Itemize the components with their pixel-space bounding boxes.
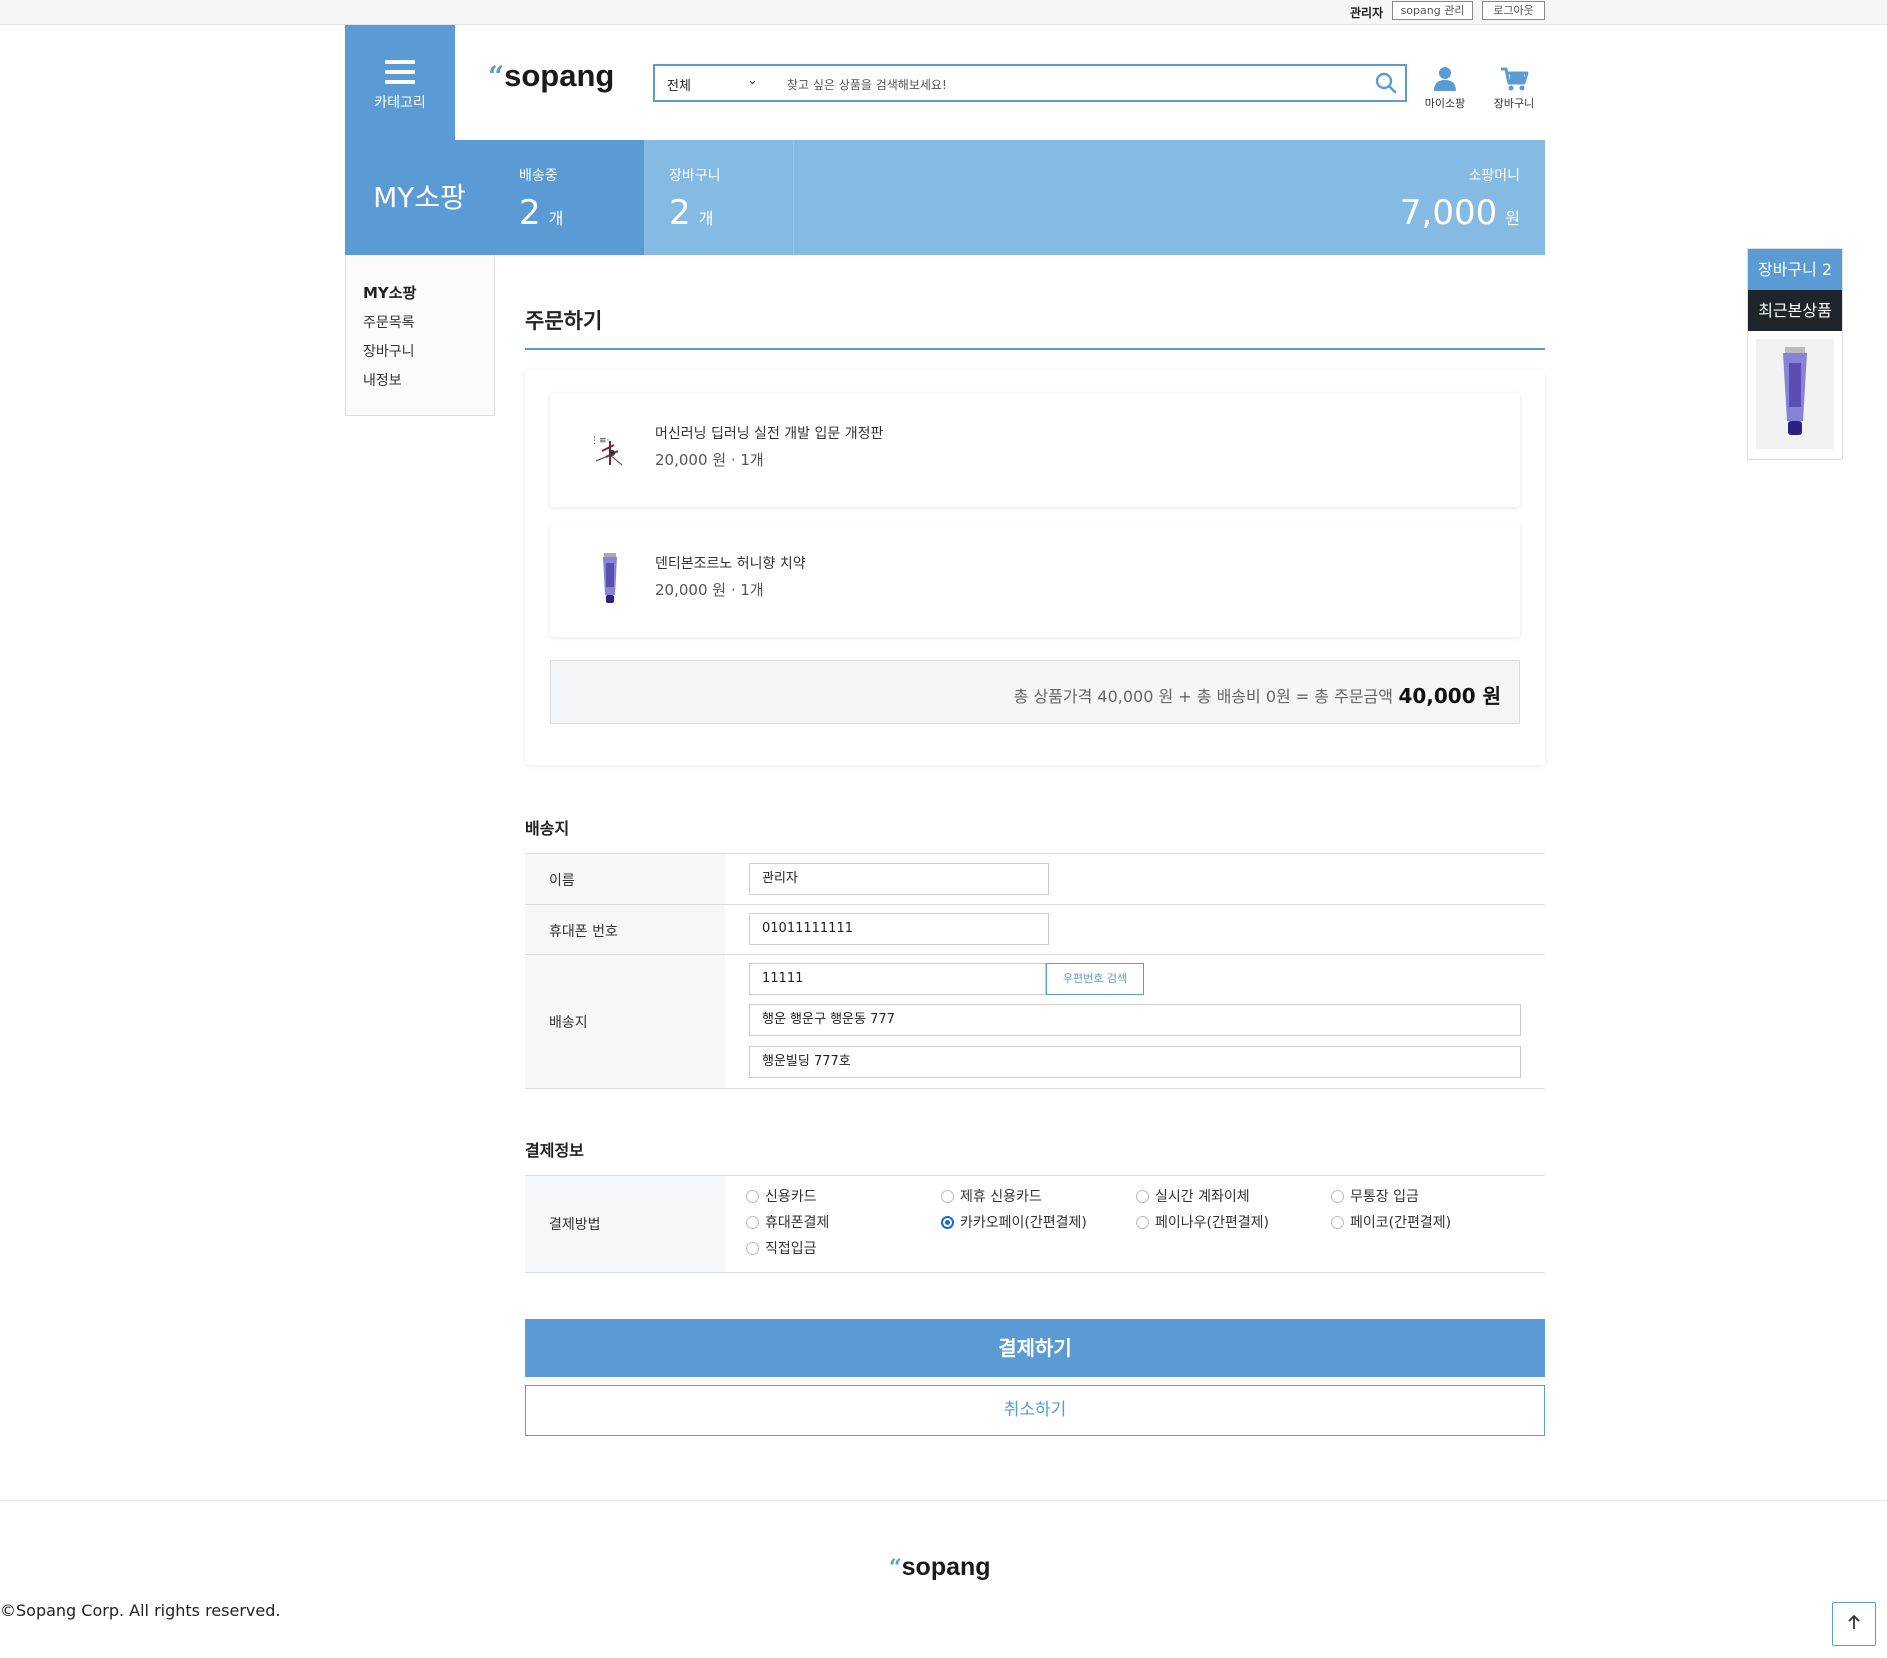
address2-field[interactable]: 행운빌딩 777호	[749, 1046, 1521, 1078]
product-price: 20,000 원 · 1개	[655, 581, 764, 599]
floating-cart-button[interactable]: 장바구니 2	[1748, 249, 1842, 290]
shipping-stat-value: 2	[519, 193, 541, 233]
side-nav-cart[interactable]: 장바구니	[363, 341, 415, 361]
my-stats-bar: MY소팡 배송중 2개 장바구니 2개 소팡머니 7,000 원	[345, 140, 1545, 255]
logout-button[interactable]: 로그아웃	[1482, 1, 1545, 20]
money-stat-unit: 원	[1505, 209, 1520, 228]
product-name[interactable]: 머신러닝 딥러닝 실전 개발 입문 개정판	[655, 423, 883, 443]
address1-field[interactable]: 행운 행운구 행운동 777	[749, 1004, 1521, 1036]
pay-option-kakaopay[interactable]: 카카오페이(간편결제)	[941, 1212, 1087, 1232]
floating-panel: 장바구니 2 최근본상품	[1747, 248, 1843, 460]
scroll-to-top-button[interactable]	[1832, 1602, 1876, 1646]
cart-stat-value: 2	[669, 193, 691, 233]
mypage-label: 마이소팡	[1424, 97, 1466, 110]
total-breakdown: 총 상품가격 40,000 원 + 총 배송비 0원 = 총 주문금액	[1013, 687, 1393, 706]
money-stat-label: 소팡머니	[1468, 168, 1520, 184]
order-summary: ⋮≡· 머신러닝 딥러닝 실전 개발 입문 개정판 20,000 원 · 1개 …	[525, 370, 1545, 765]
arrow-up-icon	[1847, 1614, 1861, 1634]
category-label: 카테고리	[374, 95, 426, 111]
total-amount: 40,000 원	[1398, 684, 1501, 708]
cart-stat[interactable]: 장바구니 2개	[644, 140, 794, 255]
shipping-heading: 배송지	[525, 819, 570, 838]
my-sopang-title[interactable]: MY소팡	[345, 140, 494, 255]
logo-quote-icon: “	[889, 1555, 902, 1581]
copyright: ©Sopang Corp. All rights reserved.	[0, 1601, 281, 1620]
logo-text: sopang	[504, 58, 615, 93]
product-thumbnail: ⋮≡·	[580, 421, 640, 479]
phone-field[interactable]: 01011111111	[749, 913, 1049, 945]
cart-label: 장바구니	[1493, 97, 1535, 110]
side-nav: MY소팡 주문목록 장바구니 내정보	[345, 255, 495, 416]
zip-field[interactable]: 11111	[749, 963, 1046, 995]
pay-option-deposit[interactable]: 무통장 입금	[1331, 1186, 1419, 1206]
name-label: 이름	[549, 873, 575, 889]
product-thumbnail	[580, 551, 640, 609]
payment-heading: 결제정보	[525, 1141, 584, 1160]
pay-option-credit-card[interactable]: 신용카드	[746, 1186, 817, 1206]
user-icon	[1415, 58, 1475, 92]
pay-option-partner-card[interactable]: 제휴 신용카드	[941, 1186, 1042, 1206]
cart-icon	[1484, 58, 1544, 92]
order-item: 덴티본조르노 허니향 치약 20,000 원 · 1개	[550, 523, 1520, 637]
product-name[interactable]: 덴티본조르노 허니향 치약	[655, 553, 806, 573]
pay-option-payco[interactable]: 페이코(간편결제)	[1331, 1212, 1451, 1232]
side-nav-orders[interactable]: 주문목록	[363, 312, 415, 332]
pay-option-bank-transfer[interactable]: 실시간 계좌이체	[1136, 1186, 1250, 1206]
cancel-button[interactable]: 취소하기	[525, 1385, 1545, 1436]
pay-button[interactable]: 결제하기	[525, 1319, 1545, 1377]
recent-products-heading: 최근본상품	[1748, 290, 1842, 331]
search-icon[interactable]	[1375, 72, 1397, 98]
user-name: 관리자	[1350, 6, 1384, 20]
zip-search-button[interactable]: 우편번호 검색	[1046, 963, 1144, 995]
shipping-stat-unit: 개	[548, 209, 564, 228]
search-input[interactable]: 찾고 싶은 상품을 검색해보세요!	[787, 76, 947, 93]
mypage-link[interactable]: 마이소팡	[1415, 58, 1475, 111]
title-divider	[525, 348, 1545, 350]
footer-logo: “sopang	[889, 1553, 991, 1582]
address-label: 배송지	[549, 1015, 588, 1031]
search-bar: 전체 ⌄ 찾고 싶은 상품을 검색해보세요!	[653, 64, 1407, 102]
category-button[interactable]: 카테고리	[345, 25, 455, 140]
money-stat[interactable]: 소팡머니 7,000 원	[794, 140, 1545, 255]
svg-text:⋮≡·: ⋮≡·	[590, 436, 609, 446]
chevron-down-icon[interactable]: ⌄	[747, 73, 758, 88]
logo-quote-icon: “	[488, 60, 505, 93]
admin-link[interactable]: sopang 관리	[1392, 1, 1473, 20]
site-logo[interactable]: “sopang	[488, 58, 614, 94]
top-utility-bar: 관리자 sopang 관리 로그아웃	[0, 0, 1887, 25]
page-title: 주문하기	[525, 309, 603, 333]
pay-option-direct-deposit[interactable]: 직접입금	[746, 1238, 817, 1258]
phone-label: 휴대폰 번호	[549, 924, 618, 940]
order-total: 총 상품가격 40,000 원 + 총 배송비 0원 = 총 주문금액 40,0…	[550, 660, 1520, 724]
side-nav-heading[interactable]: MY소팡	[363, 282, 416, 303]
order-item: ⋮≡· 머신러닝 딥러닝 실전 개발 입문 개정판 20,000 원 · 1개	[550, 393, 1520, 507]
search-category-select[interactable]: 전체	[667, 75, 691, 94]
recent-product-thumbnail[interactable]	[1756, 339, 1834, 449]
side-nav-profile[interactable]: 내정보	[363, 370, 402, 390]
money-stat-value: 7,000	[1399, 193, 1498, 233]
cart-link[interactable]: 장바구니	[1484, 58, 1544, 111]
payment-method-label: 결제방법	[549, 1217, 601, 1233]
pay-option-phone[interactable]: 휴대폰결제	[746, 1212, 829, 1232]
pay-option-paynow[interactable]: 페이나우(간편결제)	[1136, 1212, 1269, 1232]
cart-stat-unit: 개	[698, 209, 714, 228]
product-price: 20,000 원 · 1개	[655, 451, 764, 469]
footer-logo-text: sopang	[901, 1553, 991, 1581]
menu-icon	[385, 60, 415, 90]
shipping-stat[interactable]: 배송중 2개	[494, 140, 644, 255]
name-field[interactable]: 관리자	[749, 863, 1049, 895]
cart-stat-label: 장바구니	[669, 168, 721, 184]
shipping-stat-label: 배송중	[519, 168, 558, 184]
